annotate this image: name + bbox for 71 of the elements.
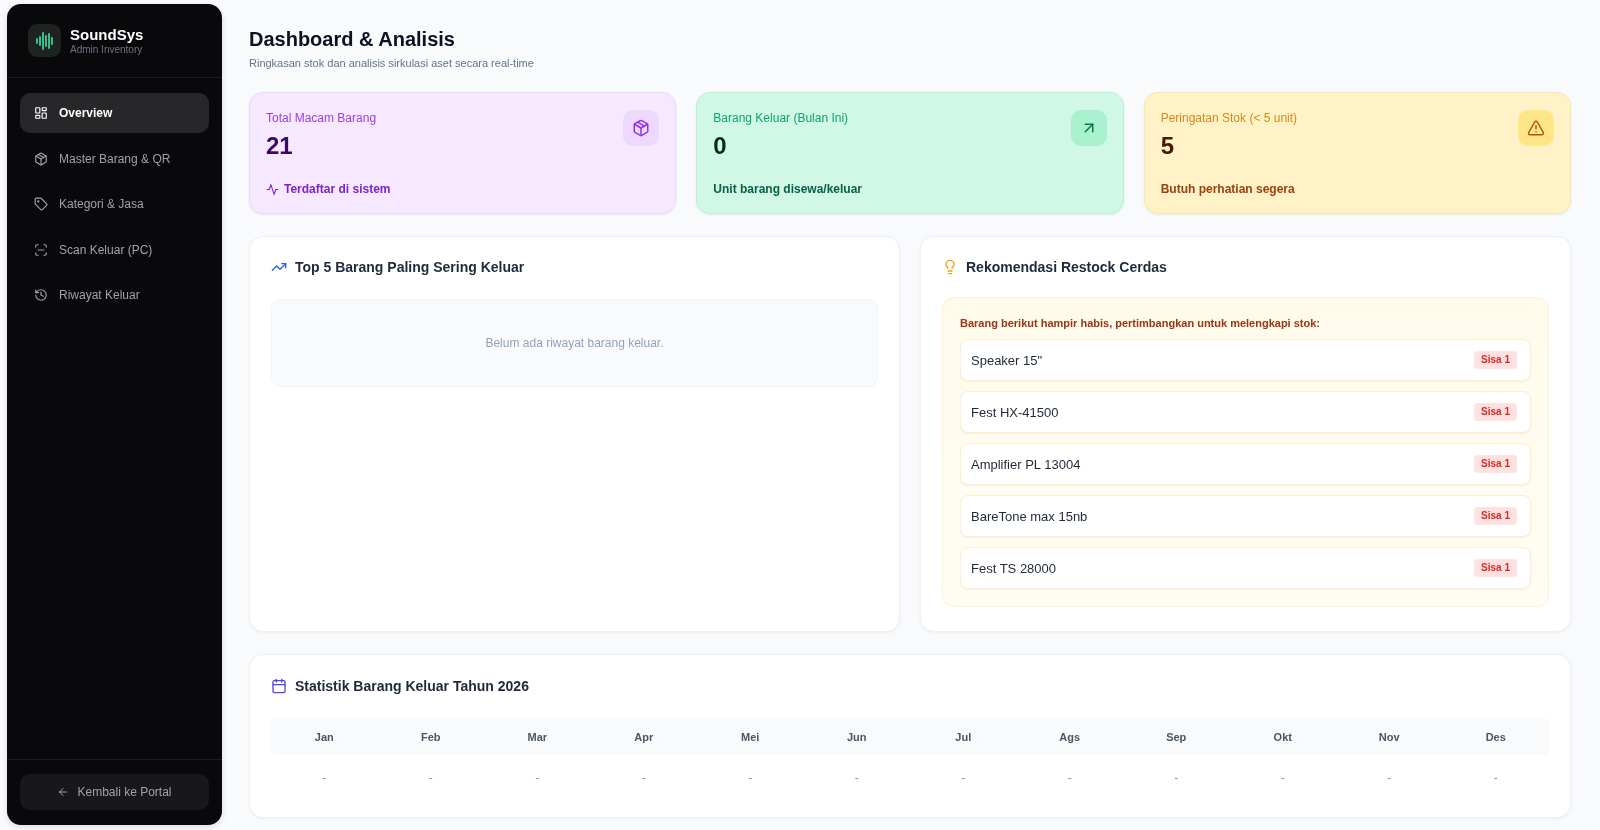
waveform-icon <box>28 24 61 57</box>
arrow-up-right-icon <box>1070 110 1107 146</box>
restock-intro: Barang berikut hampir habis, pertimbangkan untuk melengkapi stok: <box>960 316 1321 330</box>
card-label: Barang Keluar (Bulan Ini) <box>713 110 849 126</box>
table-cell: - <box>854 771 859 785</box>
table-cell: - <box>748 771 753 785</box>
column-header: Mei <box>741 729 760 744</box>
column-header: Ags <box>1059 729 1081 744</box>
table-cell: - <box>322 771 327 785</box>
card-value: 21 <box>266 131 293 161</box>
nav-item[interactable]: Master Barang & QR <box>20 138 209 179</box>
stock-badge: Sisa 1 <box>1474 507 1517 525</box>
table-cell: - <box>961 771 966 785</box>
column-header: Apr <box>634 729 654 744</box>
column-header: Des <box>1485 729 1506 744</box>
table-cell: - <box>428 771 433 785</box>
table-cell: - <box>1387 771 1392 785</box>
card-note: Terdaftar di sistem <box>284 181 391 197</box>
pulse-icon <box>266 182 279 196</box>
item-name: Fest HX-41500 <box>971 404 1059 420</box>
stock-badge: Sisa 1 <box>1474 455 1517 473</box>
column-header: Mar <box>527 729 548 744</box>
dashboard-icon <box>34 106 48 120</box>
panel-title: Top 5 Barang Paling Sering Keluar <box>295 258 525 277</box>
table-cell: - <box>535 771 540 785</box>
column-header: Sep <box>1166 729 1187 744</box>
lightbulb-icon <box>942 259 958 275</box>
item-name: Speaker 15" <box>971 352 1043 368</box>
nav-item[interactable]: Kategori & Jasa <box>20 184 209 224</box>
card-note: Unit barang disewa/keluar <box>713 181 863 197</box>
brand-name: SoundSys <box>70 25 144 44</box>
empty-state-message: Belum ada riwayat barang keluar. <box>271 299 878 387</box>
scan-icon <box>34 242 48 257</box>
brand-tagline: Admin Inventory <box>70 43 143 56</box>
stock-badge: Sisa 1 <box>1474 403 1517 421</box>
arrow-left-icon <box>57 786 70 798</box>
item-name: Fest TS 28000 <box>971 560 1057 576</box>
box-icon <box>623 110 660 146</box>
panel-title: Statistik Barang Keluar Tahun 2026 <box>295 677 529 696</box>
column-header: Okt <box>1273 729 1292 744</box>
stock-badge: Sisa 1 <box>1474 351 1517 369</box>
table-cell: - <box>1493 771 1498 785</box>
tag-icon <box>34 197 48 211</box>
panel-title: Rekomendasi Restock Cerdas <box>966 258 1167 277</box>
nav-item[interactable]: Scan Keluar (PC) <box>20 229 209 270</box>
table-cell: - <box>1067 771 1072 785</box>
column-header: Jan <box>314 729 334 744</box>
card-label: Total Macam Barang <box>266 110 377 126</box>
item-name: BareTone max 15nb <box>971 508 1088 524</box>
nav-item[interactable]: Overview <box>20 93 209 133</box>
page-title: Dashboard & Analisis <box>249 27 455 52</box>
column-header: Feb <box>420 729 441 744</box>
card-value: 5 <box>1160 131 1174 161</box>
warning-icon <box>1518 110 1554 146</box>
column-header: Jul <box>955 729 972 744</box>
box-icon <box>34 151 48 166</box>
table-cell: - <box>641 771 646 785</box>
card-note: Butuh perhatian segera <box>1160 181 1295 197</box>
history-icon <box>34 288 48 302</box>
column-header: Nov <box>1378 729 1400 744</box>
calendar-icon <box>271 678 287 694</box>
table-cell: - <box>1174 771 1179 785</box>
table-cell: - <box>1280 771 1285 785</box>
card-label: Peringatan Stok (< 5 unit) <box>1160 110 1298 126</box>
column-header: Jun <box>846 729 867 744</box>
page-subtitle: Ringkasan stok dan analisis sirkulasi aset secara real-time <box>249 56 534 70</box>
item-name: Amplifier PL 13004 <box>971 456 1081 472</box>
back-button[interactable]: Kembali ke Portal <box>20 774 209 810</box>
stock-badge: Sisa 1 <box>1474 559 1517 577</box>
card-value: 0 <box>713 131 727 161</box>
nav-item[interactable]: Riwayat Keluar <box>20 275 209 315</box>
